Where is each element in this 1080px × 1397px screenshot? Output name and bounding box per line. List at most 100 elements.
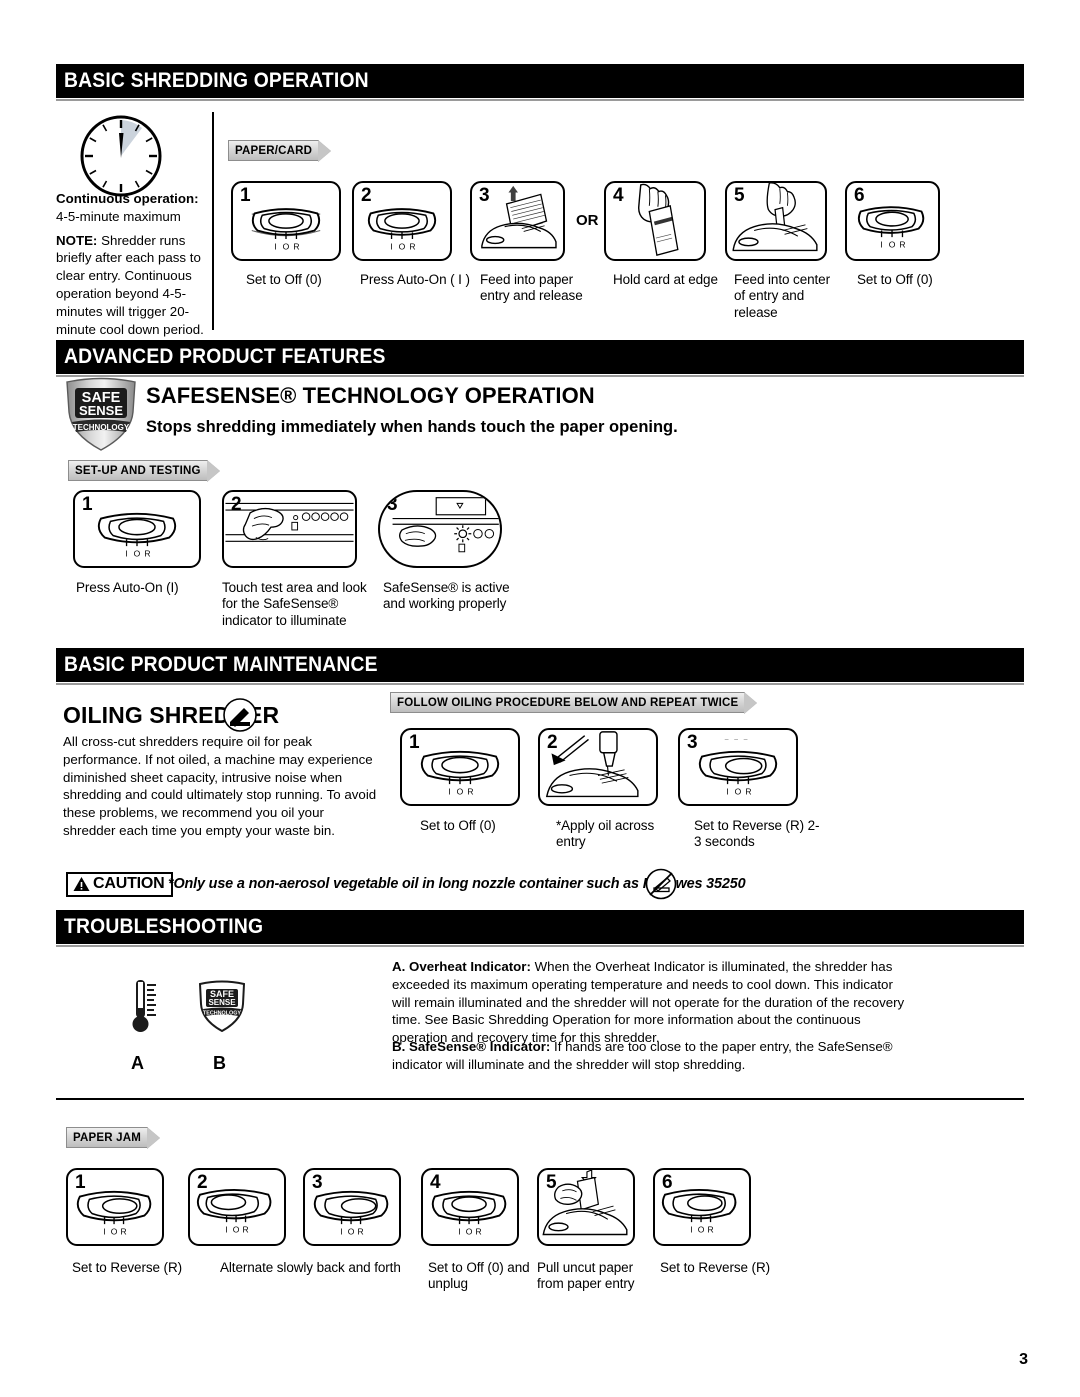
or-label: OR (576, 212, 599, 229)
svg-text:O: O (111, 1227, 118, 1237)
svg-text:O: O (889, 240, 896, 250)
step-caption-safesense-2: Touch test area and look for the SafeSen… (222, 580, 367, 628)
step-card-basic-4: 4 (604, 181, 706, 261)
svg-text:I: I (390, 242, 392, 252)
troubleshooting-label-a: A. Overheat Indicator: (392, 959, 531, 974)
step-card-paperjam-1: 1 I O R (66, 1168, 164, 1246)
svg-text:TECHNOLOGY: TECHNOLOGY (73, 423, 130, 432)
tab-paper-card: PAPER/CARD (228, 139, 332, 162)
step-number: 3 (387, 494, 398, 515)
troubleshooting-item-b: B. SafeSense® Indicator: If hands are to… (392, 1038, 912, 1074)
step-caption-oiling-1: Set to Off (0) (420, 818, 496, 833)
thermometer-icon (132, 980, 156, 1032)
step-card-paperjam-4: 4 I O R (421, 1168, 519, 1246)
step-card-oiling-3: 3 I O R (678, 728, 798, 806)
caution-badge: CAUTION (66, 872, 174, 897)
hand-touch-test-area-icon (225, 502, 354, 542)
page-number: 3 (1019, 1351, 1028, 1368)
tab-arrow-icon (744, 691, 758, 714)
svg-text:R: R (293, 242, 299, 252)
step-caption-paperjam-5: Pull uncut paper from paper entry (537, 1260, 635, 1292)
warning-triangle-icon (73, 877, 90, 891)
section-title: BASIC SHREDDING OPERATION (64, 69, 369, 92)
section-header-troubleshooting: TROUBLESHOOTING (56, 910, 1024, 947)
step-number: 3 (479, 185, 490, 206)
step-number: 4 (613, 185, 624, 206)
svg-text:R: R (707, 1225, 713, 1235)
tab-label: PAPER/CARD (235, 144, 313, 157)
step-card-basic-1: 1 I O R (231, 181, 341, 261)
tab-arrow-icon (206, 459, 220, 482)
step-card-paperjam-5: 5 (537, 1168, 635, 1246)
svg-text:I: I (726, 787, 728, 797)
step-caption-basic-2: Press Auto-On ( I ) (360, 272, 470, 287)
oil-bottle-icon (223, 698, 257, 732)
tab-label: SET-UP AND TESTING (75, 464, 201, 477)
step-number: 2 (197, 1172, 208, 1193)
svg-text:O: O (735, 787, 742, 797)
clock-icon (80, 115, 162, 197)
step-number: 3 (687, 732, 698, 753)
svg-text:SENSE: SENSE (79, 403, 123, 418)
safesense-heading: SAFESENSE® TECHNOLOGY OPERATION (146, 383, 595, 408)
vertical-divider (212, 112, 214, 330)
svg-text:R: R (409, 242, 415, 252)
continuous-operation-note: Continuous operation: 4-5-minute maximum… (56, 190, 206, 339)
svg-text:SENSE: SENSE (208, 998, 236, 1007)
step-number: 6 (662, 1172, 673, 1193)
step-caption-basic-4: Hold card at edge (613, 272, 718, 287)
continuous-operation-label: Continuous operation: (56, 191, 199, 206)
svg-text:O: O (283, 242, 290, 252)
svg-text:R: R (475, 1227, 481, 1237)
tab-arrow-icon (147, 1126, 161, 1149)
step-caption-oiling-2: *Apply oil across entry (556, 818, 655, 850)
svg-text:TECHNOLOGY: TECHNOLOGY (203, 1011, 241, 1017)
step-number: 2 (231, 494, 242, 515)
step-caption-paperjam-4: Set to Off (0) and unplug (428, 1260, 530, 1292)
step-caption-basic-3: Feed into paper entry and release (480, 272, 583, 304)
step-card-paperjam-6: 6 I O R (653, 1168, 751, 1246)
continuous-operation-value: 4-5-minute maximum (56, 208, 181, 224)
section-header-basic-shredding: BASIC SHREDDING OPERATION (56, 64, 1024, 101)
step-caption-basic-1: Set to Off (0) (246, 272, 322, 287)
step-caption-oiling-3: Set to Reverse (R) 2-3 seconds (694, 818, 820, 850)
step-caption-basic-5: Feed into center of entry and release (734, 272, 830, 320)
svg-text:I: I (458, 1227, 460, 1237)
svg-text:O: O (457, 787, 464, 797)
svg-text:O: O (698, 1225, 705, 1235)
step-caption-basic-6: Set to Off (0) (857, 272, 933, 287)
step-number: 1 (240, 185, 251, 206)
step-card-oiling-2: 2 (538, 728, 658, 806)
step-caption-paperjam-1: Set to Reverse (R) (72, 1260, 182, 1275)
svg-text:I: I (340, 1227, 342, 1237)
step-card-basic-6: 6 I O R (845, 181, 940, 261)
svg-text:O: O (233, 1225, 240, 1235)
svg-text:I: I (448, 787, 450, 797)
tab-label: FOLLOW OILING PROCEDURE BELOW AND REPEAT… (397, 696, 739, 709)
step-caption-paperjam-6: Set to Reverse (R) (660, 1260, 770, 1275)
step-card-paperjam-3: 3 I O R (303, 1168, 401, 1246)
indicator-letter-a: A (131, 1053, 144, 1073)
control-switch-on-icon: I O R (97, 512, 177, 559)
horizontal-divider (56, 1098, 1024, 1100)
safesense-logo-icon: SAFE SENSE TECHNOLOGY (66, 377, 136, 451)
step-number: 2 (361, 185, 372, 206)
svg-text:R: R (120, 1227, 126, 1237)
svg-text:I: I (690, 1225, 692, 1235)
step-card-safesense-1: 1 I O R (73, 490, 201, 568)
svg-text:R: R (242, 1225, 248, 1235)
note-label: NOTE: (56, 232, 98, 248)
svg-text:O: O (466, 1227, 473, 1237)
svg-text:I: I (274, 242, 276, 252)
step-number: 4 (430, 1172, 441, 1193)
section-header-maintenance: BASIC PRODUCT MAINTENANCE (56, 648, 1024, 685)
step-number: 6 (854, 185, 865, 206)
step-card-paperjam-2: 2 I O R (188, 1168, 286, 1246)
section-title: BASIC PRODUCT MAINTENANCE (64, 653, 378, 676)
tab-paper-jam: PAPER JAM (66, 1126, 161, 1149)
svg-text:I: I (880, 240, 882, 250)
svg-text:R: R (144, 549, 150, 559)
step-card-safesense-2: 2 (222, 490, 357, 568)
svg-text:R: R (899, 240, 905, 250)
step-number: 1 (75, 1172, 86, 1193)
